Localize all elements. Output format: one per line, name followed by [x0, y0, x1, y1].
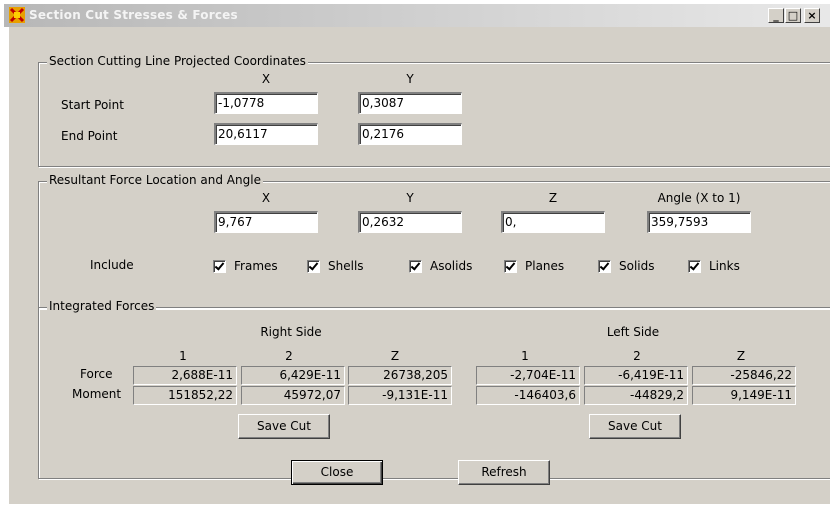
include-frames-checkbox[interactable]: Frames [213, 258, 278, 274]
resultant-x-field[interactable]: 9,767 [214, 211, 318, 233]
start-point-label: Start Point [61, 98, 124, 112]
include-links-checkbox[interactable]: Links [688, 258, 740, 274]
window-title: Section Cut Stresses & Forces [29, 8, 238, 22]
asolids-checkbox-box[interactable] [409, 259, 422, 273]
projected-coordinates-group: Section Cutting Line Projected Coordinat… [38, 54, 830, 167]
shells-checkbox-label: Shells [328, 259, 364, 273]
resultant-x-header: X [261, 191, 271, 205]
right-col-2-header: 2 [285, 349, 293, 363]
frames-checkbox-label: Frames [234, 259, 278, 273]
resultant-y-header: Y [406, 191, 414, 205]
resultant-force-group: Resultant Force Location and Angle X Y Z… [38, 173, 830, 309]
right-col-z-header: Z [390, 349, 400, 363]
app-icon [9, 7, 25, 23]
force-row-label: Force [80, 367, 113, 381]
left-moment-1: -146403,6 [476, 386, 580, 405]
include-shells-checkbox[interactable]: Shells [307, 258, 364, 274]
left-col-1-header: 1 [521, 349, 529, 363]
right-col-1-header: 1 [179, 349, 187, 363]
start-point-y-field[interactable]: 0,3087 [358, 92, 462, 114]
moment-row-label: Moment [72, 387, 122, 401]
left-force-z: -25846,22 [692, 366, 796, 385]
refresh-button[interactable]: Refresh [458, 460, 550, 485]
start-point-x-field[interactable]: -1,0778 [214, 92, 318, 114]
close-button[interactable]: Close [291, 460, 383, 485]
right-side-heading: Right Side [260, 325, 322, 339]
section-cut-window: Section Cut Stresses & Forces _ □ × Sect… [0, 0, 830, 505]
resultant-z-field[interactable]: 0, [501, 211, 605, 233]
left-save-cut-button[interactable]: Save Cut [589, 414, 681, 439]
include-label: Include [90, 258, 134, 272]
include-asolids-checkbox[interactable]: Asolids [409, 258, 472, 274]
include-solids-checkbox[interactable]: Solids [598, 258, 655, 274]
include-planes-checkbox[interactable]: Planes [504, 258, 564, 274]
integrated-forces-group: Integrated Forces Right Side Left Side 1… [38, 299, 830, 479]
end-point-y-field[interactable]: 0,2176 [358, 123, 462, 145]
left-moment-z: 9,149E-11 [692, 386, 796, 405]
resultant-z-header: Z [548, 191, 558, 205]
right-force-1: 2,688E-11 [133, 366, 237, 385]
left-force-1: -2,704E-11 [476, 366, 580, 385]
projected-x-header: X [261, 72, 271, 86]
left-col-z-header: Z [736, 349, 746, 363]
end-point-x-field[interactable]: 20,6117 [214, 123, 318, 145]
right-force-z: 26738,205 [348, 366, 452, 385]
integrated-forces-legend: Integrated Forces [47, 299, 157, 313]
frames-checkbox-box[interactable] [213, 259, 226, 273]
asolids-checkbox-label: Asolids [430, 259, 473, 273]
dialog-body: Section Cutting Line Projected Coordinat… [8, 27, 830, 504]
solids-checkbox-label: Solids [619, 259, 655, 273]
maximize-button[interactable]: □ [785, 8, 801, 23]
planes-checkbox-box[interactable] [504, 259, 517, 273]
resultant-angle-header: Angle (X to 1) [657, 191, 741, 205]
right-moment-z: -9,131E-11 [348, 386, 452, 405]
left-col-2-header: 2 [633, 349, 641, 363]
resultant-y-field[interactable]: 0,2632 [358, 211, 462, 233]
shells-checkbox-box[interactable] [307, 259, 320, 273]
close-window-button[interactable]: × [804, 8, 820, 23]
right-save-cut-button[interactable]: Save Cut [238, 414, 330, 439]
resultant-force-legend: Resultant Force Location and Angle [47, 173, 263, 187]
projected-y-header: Y [406, 72, 414, 86]
minimize-button[interactable]: _ [768, 8, 784, 23]
right-moment-1: 151852,22 [133, 386, 237, 405]
resultant-angle-field[interactable]: 359,7593 [647, 211, 751, 233]
title-bar[interactable]: Section Cut Stresses & Forces _ □ × [4, 4, 830, 27]
solids-checkbox-box[interactable] [598, 259, 611, 273]
links-checkbox-label: Links [709, 259, 740, 273]
projected-coordinates-legend: Section Cutting Line Projected Coordinat… [47, 54, 308, 68]
planes-checkbox-label: Planes [525, 259, 565, 273]
right-moment-2: 45972,07 [241, 386, 345, 405]
left-force-2: -6,419E-11 [584, 366, 688, 385]
left-side-heading: Left Side [606, 325, 660, 339]
links-checkbox-box[interactable] [688, 259, 701, 273]
left-moment-2: -44829,2 [584, 386, 688, 405]
end-point-label: End Point [61, 129, 118, 143]
right-force-2: 6,429E-11 [241, 366, 345, 385]
